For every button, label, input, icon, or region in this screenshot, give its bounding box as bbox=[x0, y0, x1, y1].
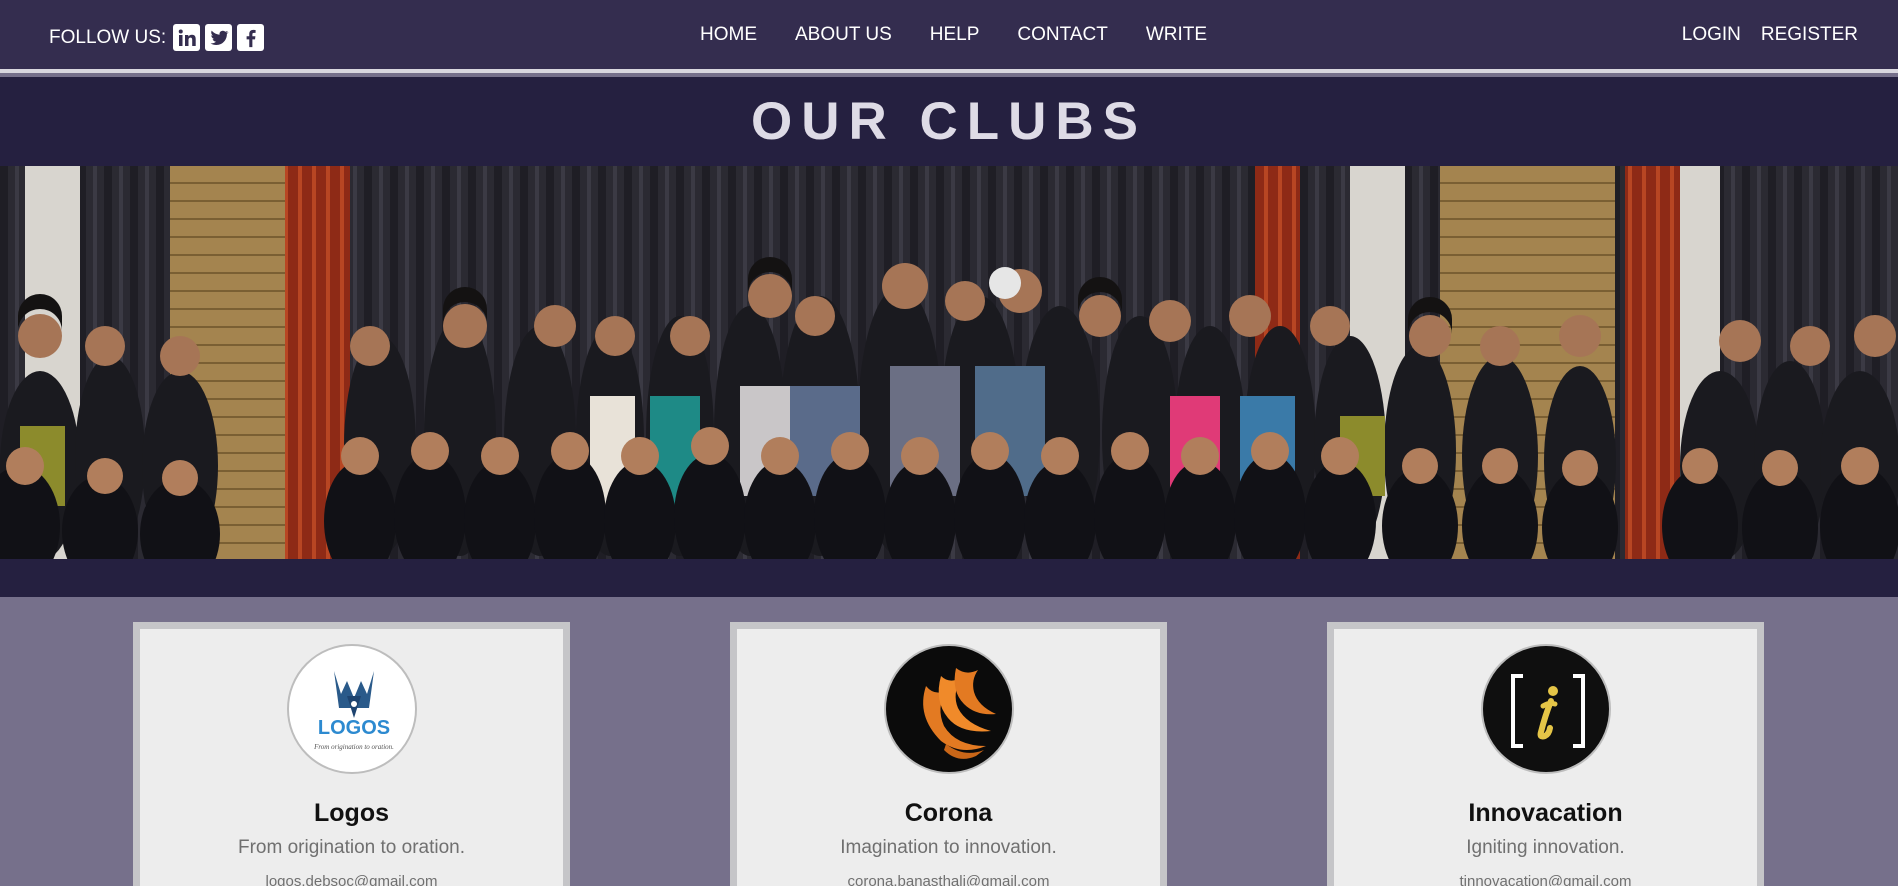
club-email[interactable]: corona.banasthali@gmail.com bbox=[737, 873, 1160, 886]
club-email[interactable]: logos.debsoc@gmail.com bbox=[140, 873, 563, 886]
phoenix-icon bbox=[922, 668, 996, 759]
twitter-icon[interactable] bbox=[205, 24, 233, 51]
club-email[interactable]: tinnovacation@gmail.com bbox=[1334, 873, 1757, 886]
hero-group-photo bbox=[0, 166, 1898, 559]
page-title: OUR CLUBS bbox=[750, 92, 1148, 151]
club-tagline: From origination to oration. bbox=[237, 837, 466, 858]
top-navbar: FOLLOW US: HOME ABOUT US HELP CONTACT WR… bbox=[0, 0, 1898, 73]
auth-nav: LOGIN REGISTER bbox=[1662, 0, 1858, 73]
logos-logo-text: LOGOS bbox=[317, 717, 389, 739]
linkedin-icon[interactable] bbox=[173, 24, 201, 51]
follow-us: FOLLOW US: bbox=[49, 24, 265, 51]
logos-logo-subtext: From origination to oration. bbox=[313, 743, 394, 751]
club-name: Corona bbox=[904, 799, 993, 827]
club-card-corona[interactable]: Corona Imagination to innovation. corona… bbox=[730, 622, 1167, 886]
nav-write[interactable]: WRITE bbox=[1146, 24, 1207, 50]
login-link[interactable]: LOGIN bbox=[1682, 24, 1741, 50]
club-card-innovacation[interactable]: Innovacation Igniting innovation. tinnov… bbox=[1327, 622, 1764, 886]
nav-about-us[interactable]: ABOUT US bbox=[795, 24, 892, 50]
group-photo-image bbox=[0, 166, 1898, 559]
club-tagline: Igniting innovation. bbox=[1466, 837, 1625, 858]
club-tagline: Imagination to innovation. bbox=[840, 837, 1057, 858]
nav-home[interactable]: HOME bbox=[700, 24, 757, 50]
bracket-i-icon bbox=[1510, 674, 1585, 748]
title-band: OUR CLUBS bbox=[0, 77, 1898, 166]
nav-contact[interactable]: CONTACT bbox=[1017, 24, 1107, 50]
nav-help[interactable]: HELP bbox=[930, 24, 980, 50]
club-name: Logos bbox=[314, 799, 389, 827]
corona-logo bbox=[883, 644, 1014, 774]
facebook-icon[interactable] bbox=[237, 24, 265, 51]
follow-us-label: FOLLOW US: bbox=[49, 26, 167, 48]
club-name: Innovacation bbox=[1468, 799, 1623, 827]
main-nav: HOME ABOUT US HELP CONTACT WRITE bbox=[700, 0, 1245, 73]
logos-logo: LOGOS From origination to oration. bbox=[286, 644, 417, 774]
club-card-logos[interactable]: LOGOS From origination to oration. Logos… bbox=[133, 622, 570, 886]
hero-bottom-band bbox=[0, 559, 1898, 597]
pen-nib-icon: LOGOS From origination to oration. bbox=[313, 671, 394, 751]
register-link[interactable]: REGISTER bbox=[1761, 24, 1858, 50]
innovacation-logo bbox=[1480, 644, 1611, 774]
